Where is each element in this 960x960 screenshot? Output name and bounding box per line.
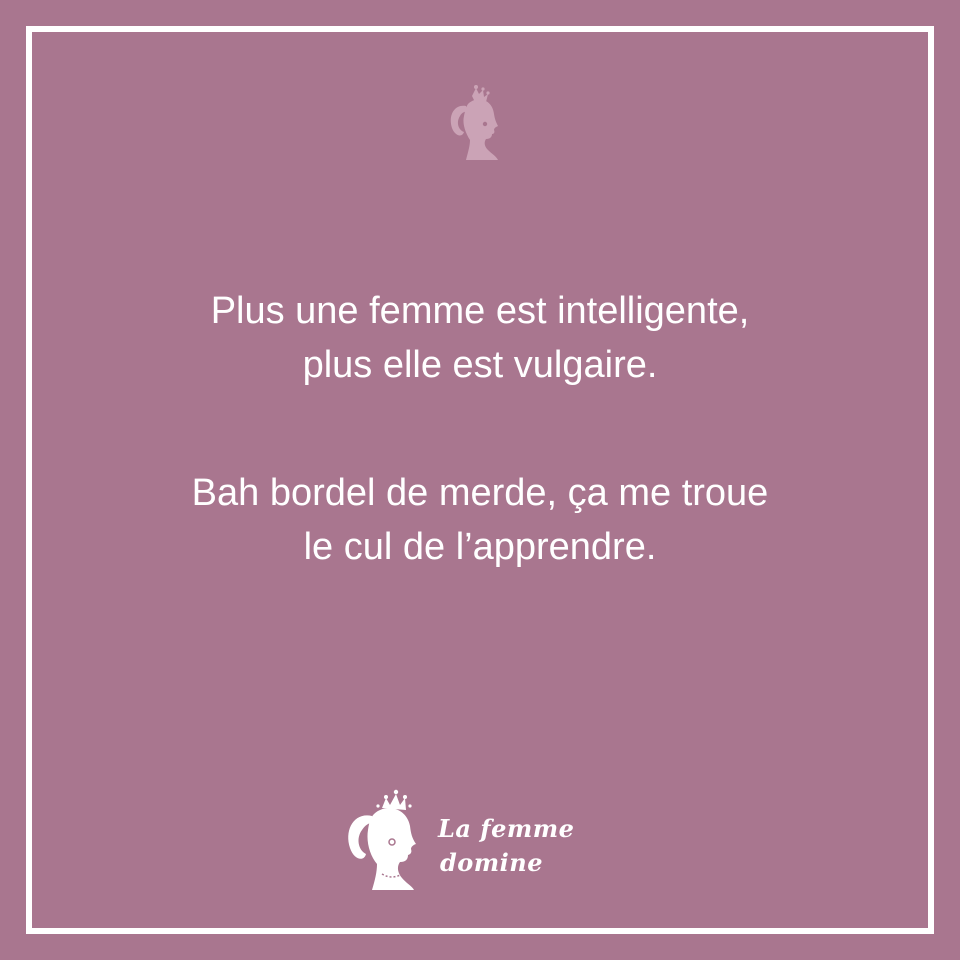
quote-line: le cul de l’apprendre. <box>303 526 657 568</box>
woman-silhouette-icon <box>450 85 498 160</box>
brand-name-line-2: domine <box>440 848 544 877</box>
quote-line: Plus une femme est intelligente, <box>210 290 750 332</box>
brand-name: La femme domine <box>438 812 574 880</box>
quote-paragraph-1: Plus une femme est intelligente, plus el… <box>40 284 920 392</box>
brand-name-line-1: La femme <box>438 814 575 843</box>
quote-line: plus elle est vulgaire. <box>302 344 658 386</box>
woman-silhouette-icon <box>348 789 416 890</box>
brand-logo: La femme domine <box>342 786 602 896</box>
quote-line: Bah bordel de merde, ça me troue <box>191 472 769 514</box>
quote-paragraph-2: Bah bordel de merde, ça me troue le cul … <box>40 466 920 574</box>
